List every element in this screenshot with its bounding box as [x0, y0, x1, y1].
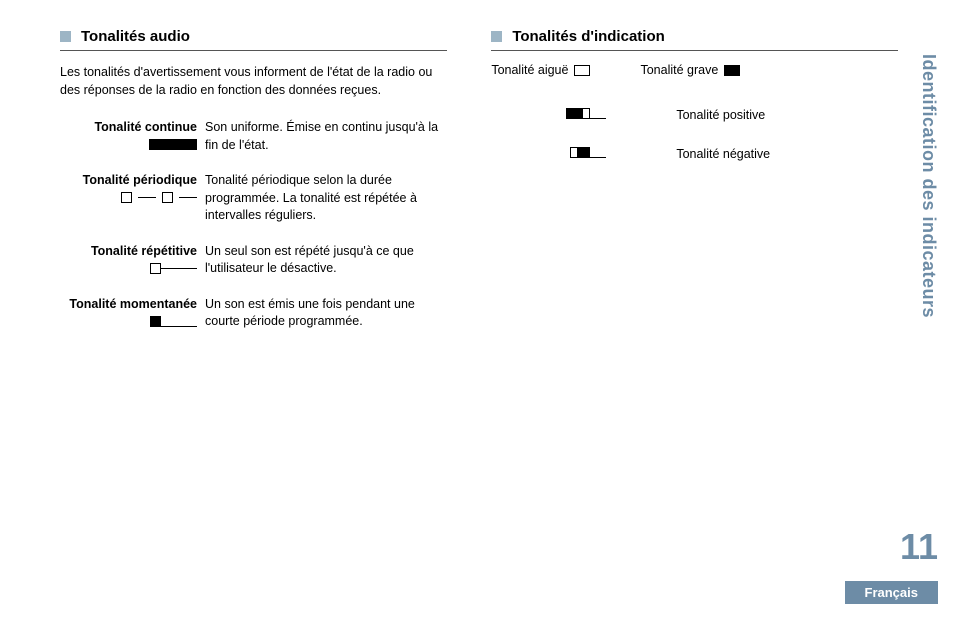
def-desc: Un seul son est répété jusqu'à ce que l'… — [205, 243, 447, 278]
definition-row: Tonalité périodique Tonalité périodique … — [60, 172, 447, 225]
section-header-indication: Tonalités d'indication — [491, 28, 898, 51]
page-number: 11 — [900, 526, 938, 568]
legend-label: Tonalité grave — [640, 63, 718, 77]
legend-item-high: Tonalité aiguë — [491, 63, 590, 77]
tone-legend: Tonalité aiguë Tonalité grave — [491, 63, 898, 77]
tone-label: Tonalité positive — [616, 108, 765, 122]
negative-tone-icon — [570, 147, 606, 158]
legend-item-low: Tonalité grave — [640, 63, 740, 77]
def-label: Tonalité répétitive — [60, 243, 197, 260]
tone-label: Tonalité négative — [616, 147, 770, 161]
tone-row: Tonalité positive — [491, 107, 898, 122]
definition-row: Tonalité momentanée Un son est émis une … — [60, 296, 447, 331]
periodic-tone-icon — [121, 192, 197, 203]
high-tone-swatch-icon — [574, 65, 590, 76]
side-chapter-title: Identification des indicateurs — [918, 54, 939, 318]
language-tab: Français — [845, 581, 938, 604]
positive-tone-icon — [566, 108, 606, 119]
section-marker-icon — [60, 31, 71, 42]
def-label: Tonalité périodique — [60, 172, 197, 189]
def-desc: Un son est émis une fois pendant une cou… — [205, 296, 447, 331]
repetitive-tone-icon — [150, 263, 197, 274]
section-title: Tonalités d'indication — [512, 28, 664, 45]
section-title: Tonalités audio — [81, 28, 190, 45]
def-label: Tonalité continue — [60, 119, 197, 136]
definition-row: Tonalité répétitive Un seul son est répé… — [60, 243, 447, 278]
low-tone-swatch-icon — [724, 65, 740, 76]
def-desc: Tonalité périodique selon la durée progr… — [205, 172, 447, 225]
momentary-tone-icon — [150, 316, 197, 327]
right-column: Tonalités d'indication Tonalité aiguë To… — [491, 28, 898, 349]
tone-row: Tonalité négative — [491, 146, 898, 161]
continuous-tone-icon — [149, 139, 197, 150]
legend-label: Tonalité aiguë — [491, 63, 568, 77]
def-desc: Son uniforme. Émise en continu jusqu'à l… — [205, 119, 447, 154]
left-column: Tonalités audio Les tonalités d'avertiss… — [60, 28, 447, 349]
section-header-audio: Tonalités audio — [60, 28, 447, 51]
section-marker-icon — [491, 31, 502, 42]
definition-row: Tonalité continue Son uniforme. Émise en… — [60, 119, 447, 154]
intro-text: Les tonalités d'avertissement vous infor… — [60, 63, 447, 99]
def-label: Tonalité momentanée — [60, 296, 197, 313]
